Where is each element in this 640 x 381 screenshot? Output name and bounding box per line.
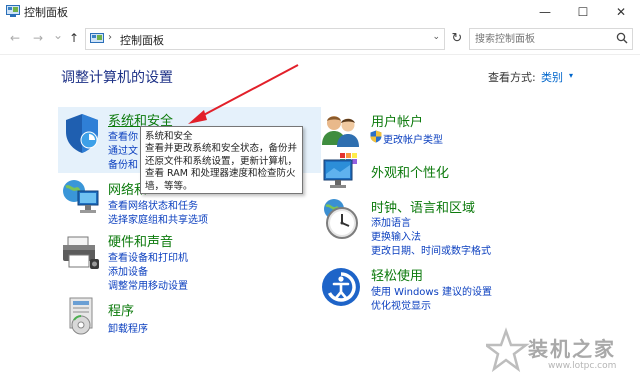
forward-button[interactable]: → [33,31,43,45]
minimize-icon: — [539,5,551,19]
search-icon[interactable] [616,32,628,44]
security-link-file-history[interactable]: 通过文 [108,142,138,157]
close-icon: ✕ [615,5,627,19]
category-user-accounts[interactable]: 用户帐户 [371,111,423,130]
clock-link-add-language[interactable]: 添加语言 [371,214,411,229]
page-title: 调整计算机的设置 [61,70,173,86]
hardware-link-add-device[interactable]: 添加设备 [108,263,148,278]
tooltip: 系统和安全 查看并更改系统和安全状态，备份并 还原文件和系统设置，更新计算机， … [140,126,303,194]
category-programs[interactable]: 程序 [108,300,134,319]
control-panel-icon [90,33,104,43]
ease-link-optimize-display[interactable]: 优化视觉显示 [371,297,431,312]
security-link-backup[interactable]: 备份和 [108,156,138,171]
view-by-label: 查看方式: [488,71,536,84]
users-link-change-account-type[interactable]: 更改帐户类型 [383,131,443,146]
chevron-down-icon[interactable]: ▾ [569,71,573,80]
tooltip-line: 查看并更改系统和安全状态，备份并 [145,143,298,154]
category-hardware-sound[interactable]: 硬件和声音 [108,231,173,250]
breadcrumb[interactable]: 控制面板 [120,32,164,48]
chevron-right-icon: › [108,32,112,43]
network-link-view-status[interactable]: 查看网络状态和任务 [108,197,198,212]
security-shield-icon[interactable] [62,112,102,154]
chevron-down-icon[interactable]: ⌄ [432,32,440,42]
ease-link-recommended-settings[interactable]: 使用 Windows 建议的设置 [371,283,492,298]
clock-link-date-format[interactable]: 更改日期、时间或数字格式 [371,242,491,257]
user-accounts-icon[interactable] [320,111,362,151]
close-button[interactable]: ✕ [602,0,640,24]
category-appearance[interactable]: 外观和个性化 [371,162,449,181]
address-bar[interactable]: › 控制面板 ⌄ [85,28,445,50]
maximize-button[interactable]: ☐ [564,0,602,24]
ease-of-access-icon[interactable] [320,266,362,308]
hardware-link-devices-printers[interactable]: 查看设备和打印机 [108,249,188,264]
recent-locations-button[interactable]: ⌄ [53,28,63,42]
network-globe-icon[interactable] [60,177,102,217]
security-link-view-status[interactable]: 查看你 [108,128,138,143]
hardware-link-mobility[interactable]: 调整常用移动设置 [108,277,188,292]
view-by-select[interactable]: 类别 [541,69,563,85]
title-bar: 控制面板 — ☐ ✕ [0,0,640,24]
programs-icon[interactable] [62,296,100,336]
appearance-monitor-icon[interactable] [320,152,362,192]
control-panel-icon [6,5,20,17]
watermark-text: 装机之家 [528,337,616,361]
tooltip-title: 系统和安全 [145,131,193,142]
tooltip-line: 查看 RAM 和处理器速度和检查防火 [145,168,296,179]
minimize-button[interactable]: — [526,0,564,24]
annotation-arrow [188,64,299,124]
clock-link-change-input[interactable]: 更换输入法 [371,228,421,243]
watermark-url: www.lotpc.com [548,361,617,371]
tooltip-line: 墙，等等。 [145,180,193,192]
refresh-button[interactable]: ↻ [447,28,467,50]
window-title: 控制面板 [24,6,68,19]
navigation-bar: ← → ⌄ ↑ › 控制面板 ⌄ ↻ [0,24,640,55]
tooltip-line: 还原文件和系统设置，更新计算机， [145,155,298,167]
programs-link-uninstall[interactable]: 卸载程序 [108,320,148,335]
clock-globe-icon[interactable] [320,197,362,241]
printer-icon[interactable] [60,233,102,273]
uac-shield-icon [370,130,382,143]
category-ease-of-access[interactable]: 轻松使用 [371,265,423,284]
search-box[interactable] [469,28,633,50]
up-button[interactable]: ↑ [69,31,79,45]
maximize-icon: ☐ [577,5,589,19]
network-link-homegroup[interactable]: 选择家庭组和共享选项 [108,211,208,226]
back-button[interactable]: ← [10,31,20,45]
search-input[interactable] [473,30,607,48]
